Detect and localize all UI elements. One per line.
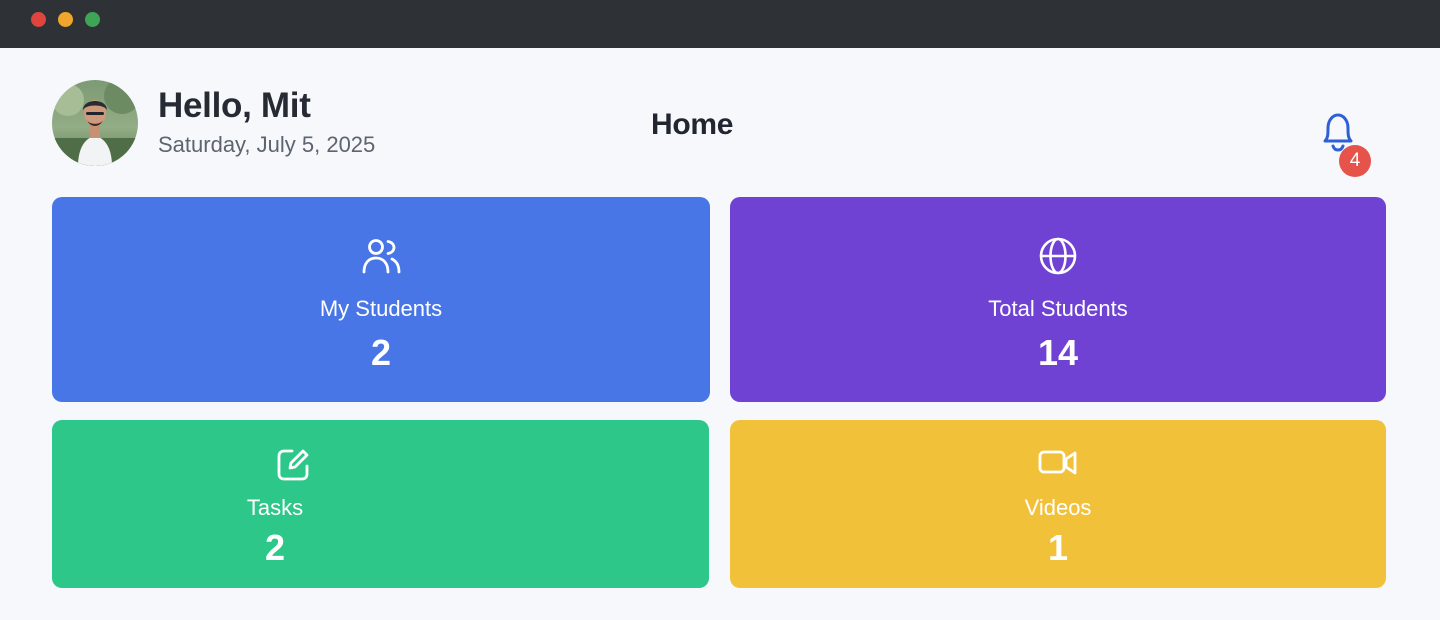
current-date: Saturday, July 5, 2025 bbox=[158, 132, 376, 157]
card-value: 2 bbox=[264, 527, 286, 568]
card-value: 14 bbox=[1037, 332, 1079, 373]
users-icon bbox=[362, 239, 401, 274]
window-titlebar bbox=[0, 0, 1440, 48]
page-header: Hello, Mit Saturday, July 5, 2025 Home 4 bbox=[0, 48, 1440, 196]
tasks-card[interactable]: Tasks 2 bbox=[52, 420, 709, 588]
card-value: 2 bbox=[370, 332, 392, 373]
notification-count-badge: 4 bbox=[1339, 145, 1371, 177]
card-label: Videos bbox=[1024, 495, 1092, 520]
card-label: Tasks bbox=[246, 495, 304, 520]
edit-square-icon bbox=[277, 449, 309, 481]
app-window: Hello, Mit Saturday, July 5, 2025 Home 4… bbox=[0, 0, 1440, 620]
video-icon bbox=[1038, 450, 1077, 475]
videos-card[interactable]: Videos 1 bbox=[730, 420, 1386, 588]
avatar[interactable] bbox=[52, 80, 138, 166]
card-value: 1 bbox=[1047, 527, 1069, 568]
avatar-image bbox=[52, 80, 138, 166]
total-students-card[interactable]: Total Students 14 bbox=[730, 197, 1386, 402]
my-students-card[interactable]: My Students 2 bbox=[52, 197, 710, 402]
page-title: Home bbox=[651, 108, 734, 141]
card-label: My Students bbox=[319, 296, 443, 321]
window-close-button[interactable] bbox=[31, 12, 46, 27]
card-label: Total Students bbox=[988, 296, 1128, 321]
window-minimize-button[interactable] bbox=[58, 12, 73, 27]
globe-icon bbox=[1039, 237, 1077, 275]
window-maximize-button[interactable] bbox=[85, 12, 100, 27]
greeting-text: Hello, Mit bbox=[158, 86, 311, 125]
